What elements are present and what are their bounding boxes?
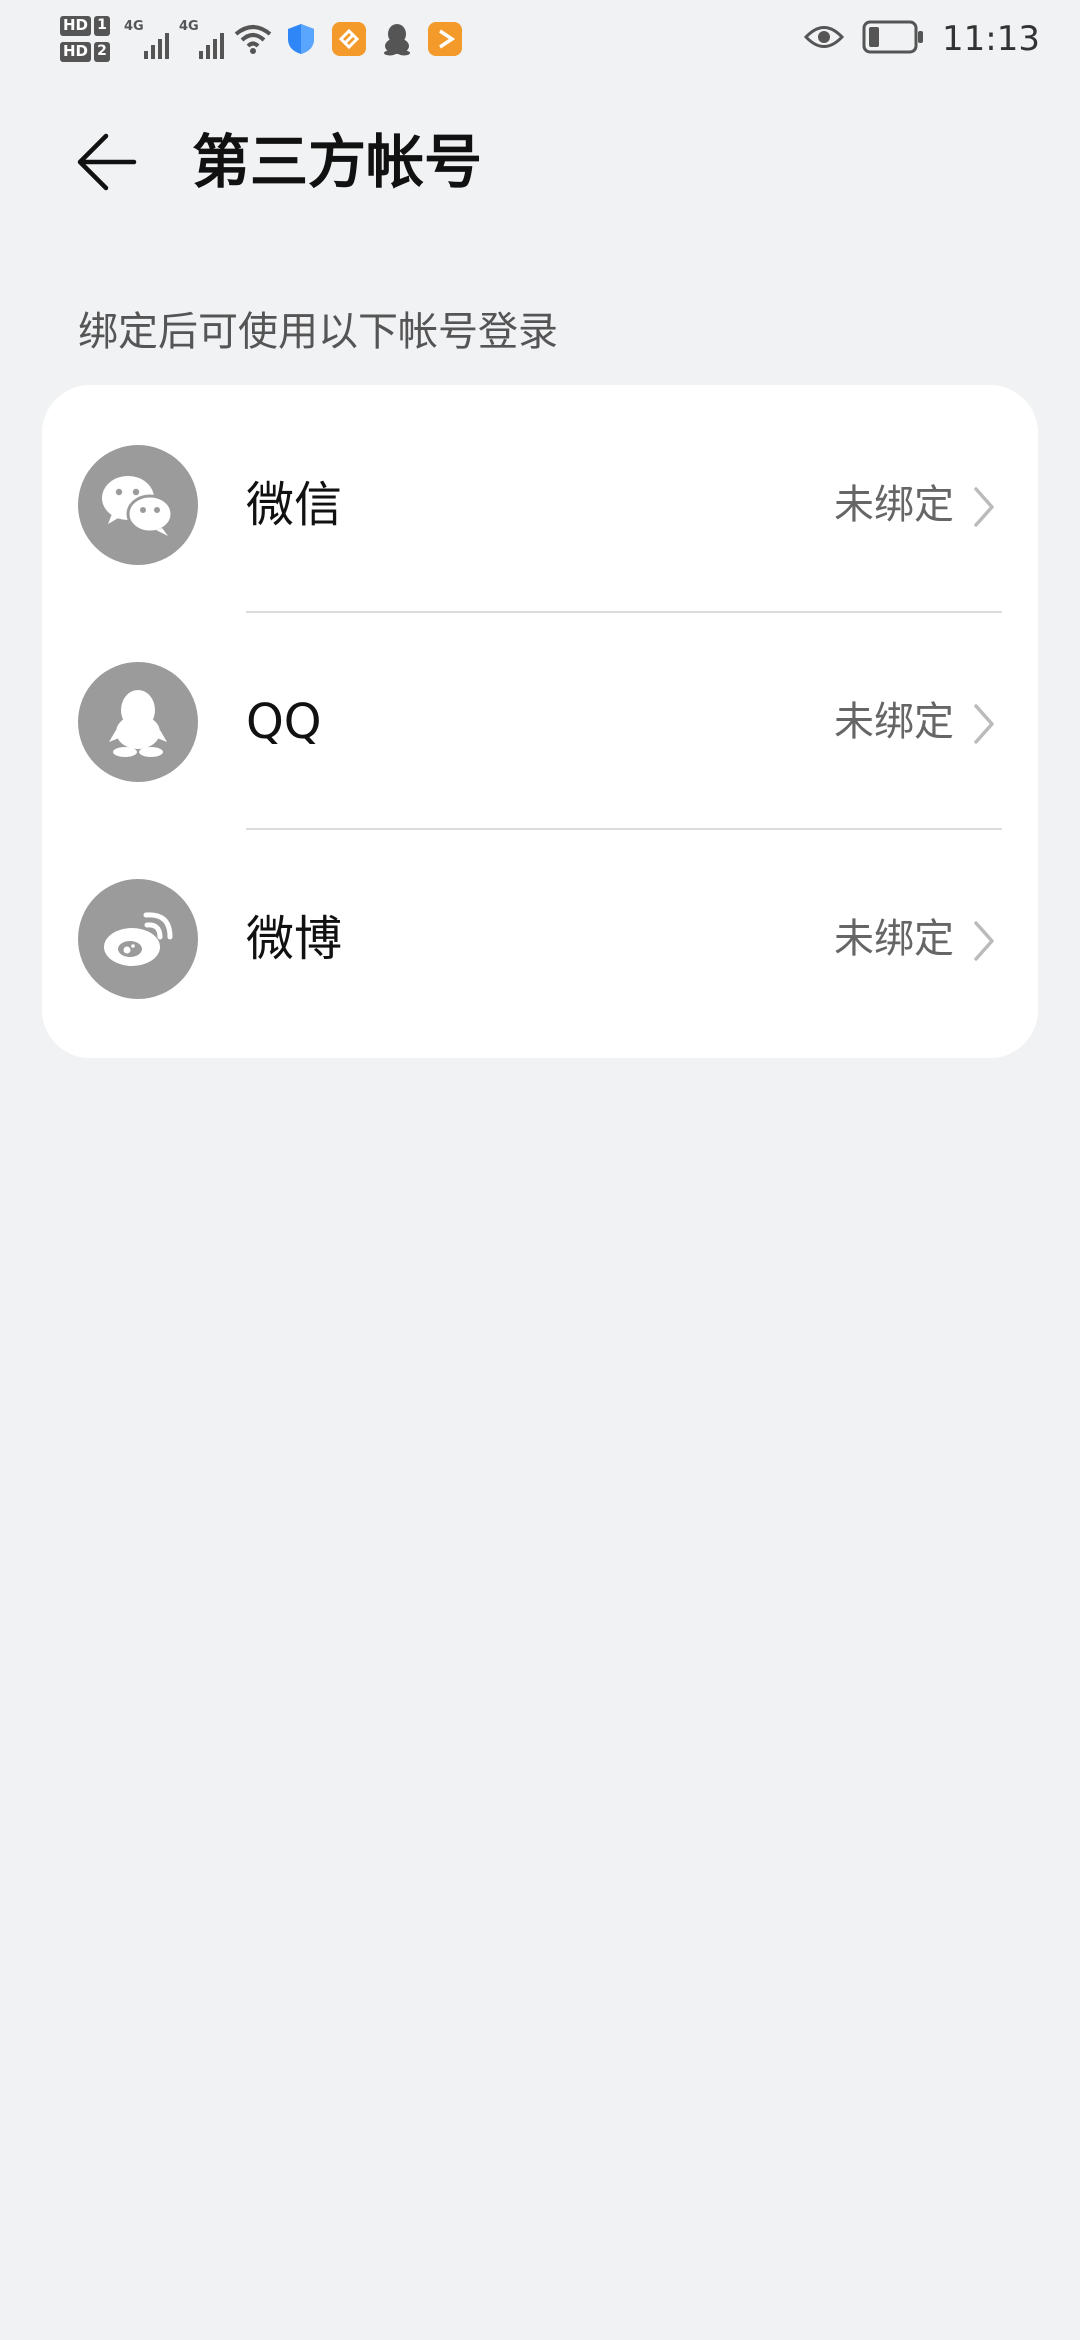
sim2-indicator: HD 2 xyxy=(60,42,111,62)
back-button[interactable] xyxy=(68,124,144,200)
clock: 11:13 xyxy=(942,19,1040,59)
bind-status: 未绑定 xyxy=(834,699,954,745)
hd-indicators: HD 1 HD 2 xyxy=(60,16,111,62)
status-bar: HD 1 HD 2 4G 4G 11:13 xyxy=(0,0,1080,80)
app-header: 第三方帐号 xyxy=(0,110,1080,210)
chevron-right-icon xyxy=(974,704,994,744)
third-party-accounts-page: HD 1 HD 2 4G 4G 11:13 第三方帐号 绑定后可使用以下帐号登录… xyxy=(0,0,1080,2340)
signal-icon: 4G xyxy=(124,19,170,59)
app-notification-icon xyxy=(330,20,368,58)
bind-status: 未绑定 xyxy=(834,482,954,528)
signal-icon: 4G xyxy=(179,19,225,59)
row-divider xyxy=(246,828,1002,830)
battery-icon xyxy=(862,20,924,58)
network-type: 4G xyxy=(179,19,199,34)
app-notification-icon xyxy=(426,20,464,58)
hd-badge: HD xyxy=(60,42,92,62)
chevron-right-icon xyxy=(974,487,994,527)
account-row-qq[interactable]: QQ 未绑定 xyxy=(42,614,1038,830)
network-type: 4G xyxy=(124,19,144,34)
shield-icon xyxy=(282,20,320,58)
weibo-icon xyxy=(78,879,198,999)
hd-badge: HD xyxy=(60,16,92,36)
sim2-number: 2 xyxy=(94,42,111,62)
sim1-indicator: HD 1 xyxy=(60,16,111,36)
eye-icon xyxy=(803,24,845,54)
account-name: 微信 xyxy=(246,477,343,533)
status-bar-right: 11:13 xyxy=(803,8,1040,70)
account-name: QQ xyxy=(246,694,322,750)
status-bar-left: HD 1 HD 2 4G 4G xyxy=(60,8,474,70)
back-arrow-icon xyxy=(77,133,137,191)
row-divider xyxy=(246,611,1002,613)
account-row-weibo[interactable]: 微博 未绑定 xyxy=(42,831,1038,1047)
page-title: 第三方帐号 xyxy=(192,128,483,196)
section-caption: 绑定后可使用以下帐号登录 xyxy=(78,309,558,355)
chevron-right-icon xyxy=(974,921,994,961)
wechat-icon xyxy=(78,445,198,565)
qq-notification-icon xyxy=(378,20,416,58)
accounts-card: 微信 未绑定 QQ 未绑定 微博 未绑定 xyxy=(42,385,1038,1058)
bind-status: 未绑定 xyxy=(834,916,954,962)
qq-icon xyxy=(78,662,198,782)
account-name: 微博 xyxy=(246,911,343,967)
account-row-wechat[interactable]: 微信 未绑定 xyxy=(42,397,1038,613)
wifi-icon xyxy=(234,20,272,58)
sim1-number: 1 xyxy=(94,16,111,36)
